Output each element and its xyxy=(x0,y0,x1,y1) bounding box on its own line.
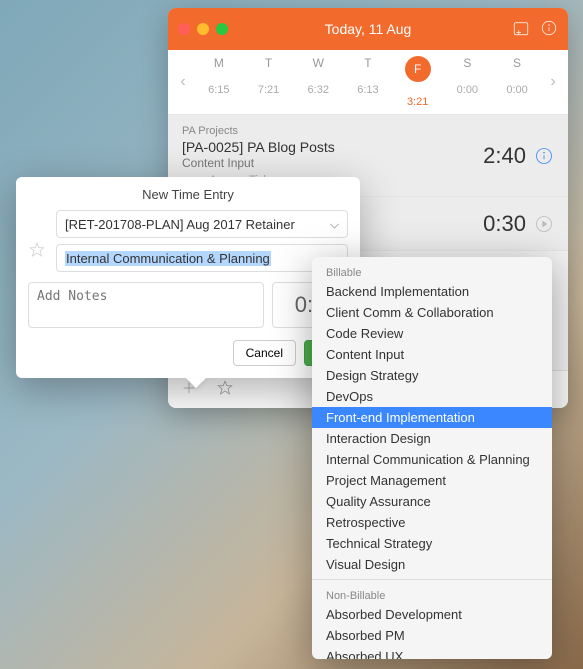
day-letter: S xyxy=(494,56,540,70)
day-total: 6:15 xyxy=(196,84,242,96)
dropdown-group-label: Non-Billable xyxy=(312,584,552,604)
task-select[interactable]: Internal Communication & Planning xyxy=(56,244,348,272)
day-f-4[interactable]: F 3:21 xyxy=(395,56,441,108)
day-m-0[interactable]: M 6:15 xyxy=(196,56,242,108)
day-total: 0:00 xyxy=(444,84,490,96)
minimize-window-button[interactable] xyxy=(197,23,209,35)
day-total: 3:21 xyxy=(395,96,441,108)
day-w-2[interactable]: W 6:32 xyxy=(295,56,341,108)
dropdown-item[interactable]: Absorbed UX xyxy=(312,646,552,659)
dropdown-item[interactable]: Visual Design xyxy=(312,554,552,575)
day-t-3[interactable]: T 6:13 xyxy=(345,56,391,108)
entry-subtask: Content Input xyxy=(182,156,483,170)
dropdown-item[interactable]: Interaction Design xyxy=(312,428,552,449)
titlebar: Today, 11 Aug xyxy=(168,8,568,50)
task-type-dropdown[interactable]: BillableBackend ImplementationClient Com… xyxy=(312,257,552,659)
dropdown-item[interactable]: Code Review xyxy=(312,323,552,344)
day-s-6[interactable]: S 0:00 xyxy=(494,56,540,108)
dropdown-item[interactable]: Content Input xyxy=(312,344,552,365)
dropdown-item[interactable]: Quality Assurance xyxy=(312,491,552,512)
day-total: 7:21 xyxy=(246,84,292,96)
task-select-value: Internal Communication & Planning xyxy=(65,251,271,266)
prev-week-button[interactable]: ‹ xyxy=(172,73,194,91)
entry-task: [PA-0025] PA Blog Posts xyxy=(182,139,483,155)
week-selector: ‹ M 6:15T 7:21W 6:32T 6:13F 3:21S 0:00S … xyxy=(168,50,568,115)
zoom-window-button[interactable] xyxy=(216,23,228,35)
dropdown-item[interactable]: Design Strategy xyxy=(312,365,552,386)
day-letter: W xyxy=(295,56,341,70)
cancel-button[interactable]: Cancel xyxy=(233,340,296,366)
favorites-button[interactable] xyxy=(216,379,234,400)
day-s-5[interactable]: S 0:00 xyxy=(444,56,490,108)
dropdown-group-label: Billable xyxy=(312,261,552,281)
day-total: 6:32 xyxy=(295,84,341,96)
day-total: 6:13 xyxy=(345,84,391,96)
next-week-button[interactable]: › xyxy=(542,73,564,91)
modal-title: New Time Entry xyxy=(16,177,360,210)
dropdown-item[interactable]: Front-end Implementation xyxy=(312,407,552,428)
dropdown-item[interactable]: Absorbed Development xyxy=(312,604,552,625)
day-letter: T xyxy=(246,56,292,70)
project-select-value: [RET-201708-PLAN] Aug 2017 Retainer xyxy=(65,217,295,232)
window-title: Today, 11 Aug xyxy=(168,21,568,37)
dropdown-item[interactable]: Absorbed PM xyxy=(312,625,552,646)
entry-duration: 2:40 xyxy=(483,143,526,169)
dropdown-item[interactable]: Backend Implementation xyxy=(312,281,552,302)
new-time-entry-modal: New Time Entry [RET-201708-PLAN] Aug 201… xyxy=(16,177,360,378)
play-icon[interactable] xyxy=(534,214,554,234)
entry-project: PA Projects xyxy=(182,125,483,137)
calendar-add-icon[interactable] xyxy=(512,19,530,40)
day-letter: F xyxy=(405,56,431,82)
entry-info-icon[interactable] xyxy=(534,146,554,166)
info-icon[interactable] xyxy=(540,19,558,40)
favorite-toggle[interactable] xyxy=(28,241,46,259)
traffic-lights xyxy=(178,23,228,35)
day-letter: S xyxy=(444,56,490,70)
dropdown-item[interactable]: DevOps xyxy=(312,386,552,407)
dropdown-item[interactable]: Project Management xyxy=(312,470,552,491)
day-t-1[interactable]: T 7:21 xyxy=(246,56,292,108)
close-window-button[interactable] xyxy=(178,23,190,35)
project-select[interactable]: [RET-201708-PLAN] Aug 2017 Retainer xyxy=(56,210,348,238)
dropdown-item[interactable]: Client Comm & Collaboration xyxy=(312,302,552,323)
notes-input[interactable] xyxy=(28,282,264,328)
dropdown-item[interactable]: Retrospective xyxy=(312,512,552,533)
dropdown-item[interactable]: Internal Communication & Planning xyxy=(312,449,552,470)
day-letter: T xyxy=(345,56,391,70)
day-letter: M xyxy=(196,56,242,70)
dropdown-item[interactable]: Technical Strategy xyxy=(312,533,552,554)
day-total: 0:00 xyxy=(494,84,540,96)
entry-duration: 0:30 xyxy=(483,211,526,237)
